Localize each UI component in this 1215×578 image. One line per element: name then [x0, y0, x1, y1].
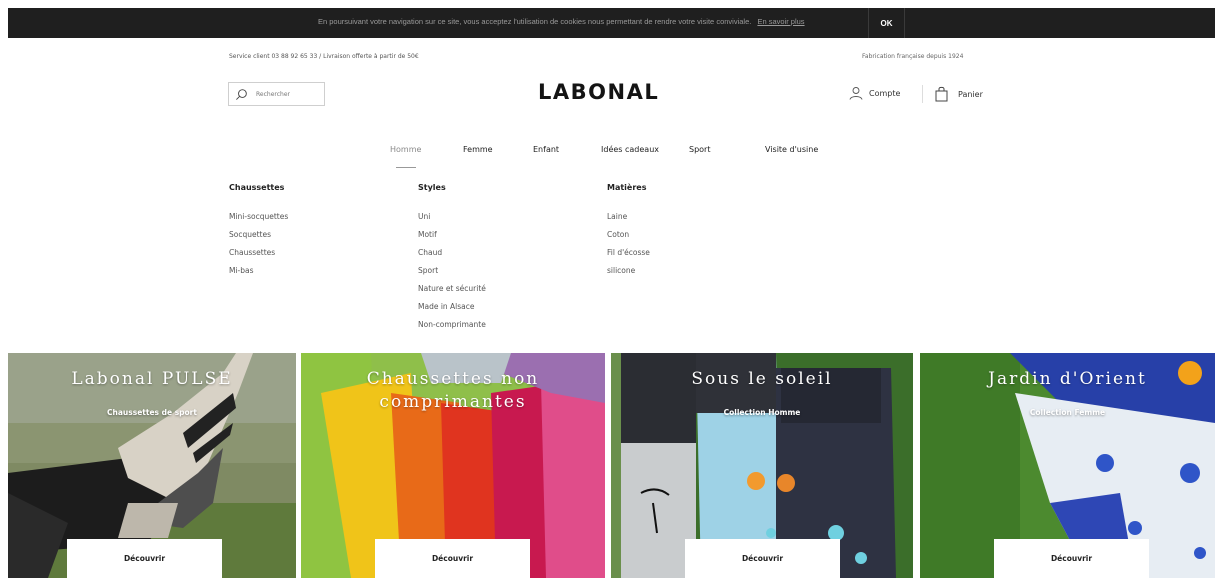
discover-button[interactable]: Découvrir: [375, 539, 530, 578]
menu-link[interactable]: Socquettes: [229, 230, 271, 239]
promo-tile-jardin-orient[interactable]: Jardin d'Orient Collection Femme Découvr…: [920, 353, 1215, 578]
discover-button[interactable]: Découvrir: [67, 539, 222, 578]
tile-subtitle: Chaussettes de sport: [107, 408, 197, 417]
promo-tile-non-comprimantes[interactable]: Chaussettes non comprimantes Découvrir: [301, 353, 605, 578]
site-logo[interactable]: LABONAL: [538, 80, 659, 104]
header-divider: [922, 85, 923, 103]
fabrication-info: Fabrication française depuis 1924: [862, 53, 964, 60]
tile-title: Jardin d'Orient: [988, 369, 1147, 389]
menu-link[interactable]: Laine: [607, 212, 627, 221]
menu-title-styles[interactable]: Styles: [418, 183, 446, 192]
search-input[interactable]: Rechercher: [228, 82, 325, 106]
nav-homme[interactable]: Homme: [390, 145, 421, 154]
promo-tile-pulse[interactable]: Labonal PULSE Chaussettes de sport Décou…: [8, 353, 296, 578]
account-link[interactable]: Compte: [849, 86, 900, 100]
tile-title: Labonal PULSE: [71, 369, 233, 389]
menu-link[interactable]: Coton: [607, 230, 629, 239]
tile-subtitle: Collection Homme: [723, 408, 801, 417]
menu-link[interactable]: Uni: [418, 212, 430, 221]
menu-link[interactable]: Fil d'écosse: [607, 248, 650, 257]
discover-button[interactable]: Découvrir: [994, 539, 1149, 578]
menu-link[interactable]: Nature et sécurité: [418, 284, 486, 293]
menu-title-chaussettes[interactable]: Chaussettes: [229, 183, 284, 192]
menu-link[interactable]: Mi-bas: [229, 266, 254, 275]
tile-subtitle: Collection Femme: [1029, 408, 1106, 417]
cookie-message: En poursuivant votre navigation sur ce s…: [318, 17, 752, 26]
account-label: Compte: [869, 88, 901, 98]
menu-link[interactable]: Made in Alsace: [418, 302, 475, 311]
nav-active-underline: [396, 167, 416, 168]
search-icon: [236, 89, 247, 100]
tile-title: Chaussettes non comprimantes: [366, 369, 540, 412]
user-icon: [849, 87, 863, 100]
menu-link[interactable]: Motif: [418, 230, 437, 239]
menu-link[interactable]: Chaud: [418, 248, 442, 257]
menu-link[interactable]: silicone: [607, 266, 635, 275]
tile-title: Sous le soleil: [691, 369, 833, 389]
service-info: Service client 03 88 92 65 33 / Livraiso…: [229, 53, 419, 60]
cookie-text: En poursuivant votre navigation sur ce s…: [318, 17, 805, 26]
nav-enfant[interactable]: Enfant: [533, 145, 559, 154]
promo-tile-sous-le-soleil[interactable]: Sous le soleil Collection Homme Découvri…: [611, 353, 913, 578]
menu-link[interactable]: Sport: [418, 266, 438, 275]
nav-sport[interactable]: Sport: [689, 145, 710, 154]
shopping-bag-icon: [935, 86, 948, 102]
nav-visite-usine[interactable]: Visite d'usine: [765, 145, 818, 154]
cart-link[interactable]: Panier: [935, 86, 983, 102]
discover-button[interactable]: Découvrir: [685, 539, 840, 578]
menu-link[interactable]: Non-comprimante: [418, 320, 486, 329]
cookie-banner: En poursuivant votre navigation sur ce s…: [8, 8, 1215, 38]
nav-idees-cadeaux[interactable]: Idées cadeaux: [601, 145, 659, 154]
cart-label: Panier: [958, 89, 983, 99]
menu-link[interactable]: Mini-socquettes: [229, 212, 288, 221]
menu-link[interactable]: Chaussettes: [229, 248, 275, 257]
nav-femme[interactable]: Femme: [463, 145, 493, 154]
cookie-more-link[interactable]: En savoir plus: [757, 17, 804, 26]
cookie-ok-button[interactable]: OK: [868, 8, 905, 38]
menu-title-matieres[interactable]: Matières: [607, 183, 646, 192]
search-placeholder: Rechercher: [256, 91, 290, 98]
